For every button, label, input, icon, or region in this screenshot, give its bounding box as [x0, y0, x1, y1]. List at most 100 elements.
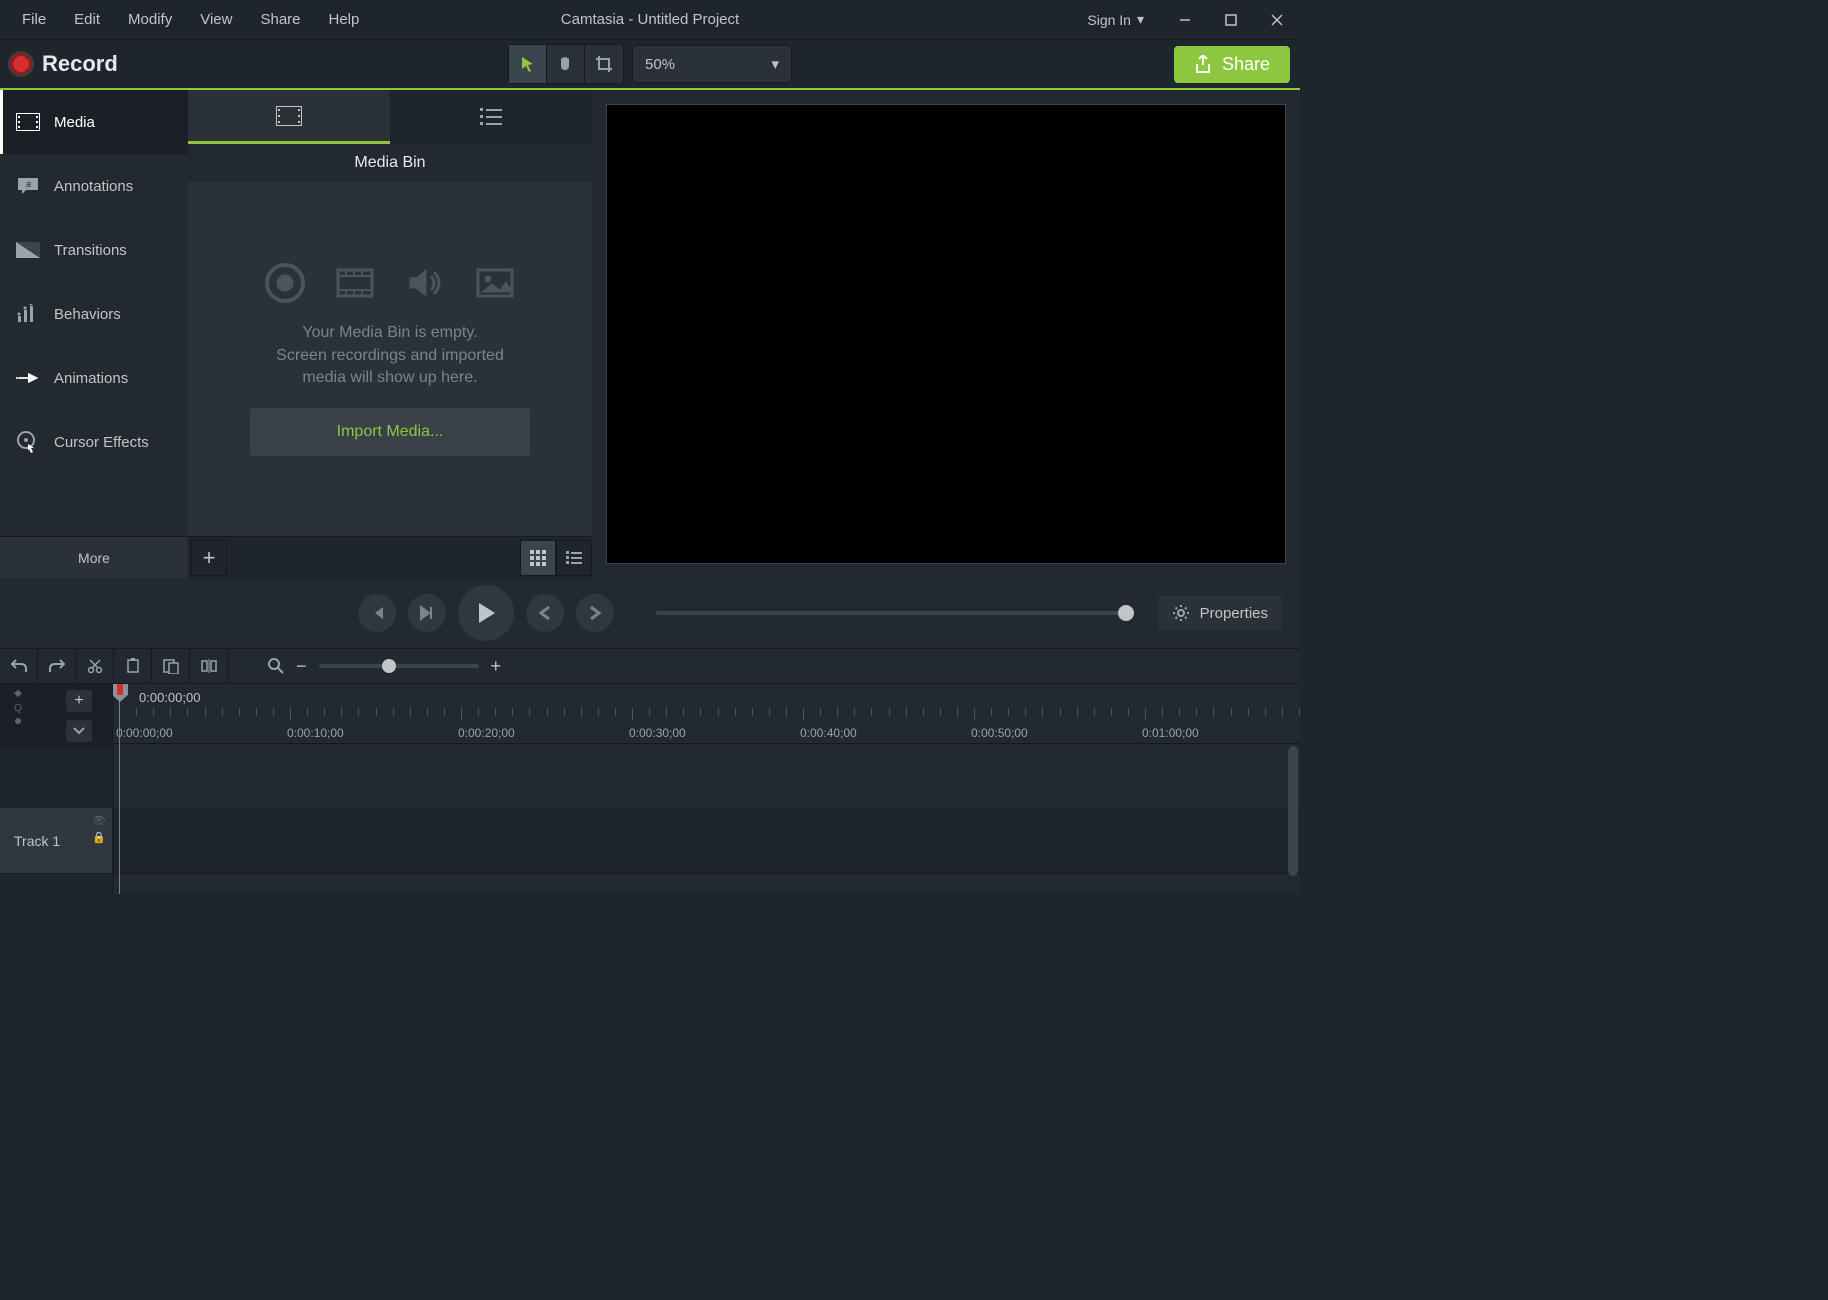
- minimize-button[interactable]: [1162, 0, 1208, 40]
- chevron-down-icon: ▾: [1137, 11, 1144, 28]
- play-button[interactable]: [458, 585, 514, 641]
- sidebar-label: Media: [54, 114, 95, 131]
- zoom-out-button[interactable]: −: [296, 656, 307, 677]
- slider-thumb[interactable]: [1118, 605, 1134, 621]
- sidebar-item-behaviors[interactable]: Behaviors: [0, 282, 188, 346]
- zoom-dropdown[interactable]: 50% ▾: [632, 45, 792, 83]
- annotations-icon: a: [16, 174, 40, 198]
- prev-frame-button[interactable]: [358, 594, 396, 632]
- grid-icon: [530, 550, 546, 566]
- canvas-area: [592, 90, 1300, 578]
- sidebar-label: Annotations: [54, 178, 133, 195]
- gear-icon: [1172, 604, 1190, 622]
- menu-share[interactable]: Share: [246, 3, 314, 36]
- playback-slider[interactable]: [656, 611, 1126, 615]
- view-list-button[interactable]: [556, 540, 592, 576]
- redo-button[interactable]: [38, 649, 76, 683]
- menu-edit[interactable]: Edit: [60, 3, 114, 36]
- timeline-ruler[interactable]: 0:00:00;00 0:00:10;00 0:00:20;00 0:00:30;00…: [113, 708, 1300, 744]
- ruler-label: 0:00:40;00: [800, 726, 857, 740]
- track-name: Track 1: [14, 833, 60, 849]
- next-frame-button[interactable]: [576, 594, 614, 632]
- ruler-label: 0:00:20;00: [458, 726, 515, 740]
- list-icon: [566, 551, 582, 565]
- filmstrip-icon: [276, 106, 302, 126]
- step-back-button[interactable]: [408, 594, 446, 632]
- share-icon: [1194, 55, 1212, 73]
- view-grid-button[interactable]: [520, 540, 556, 576]
- sidebar-label: Transitions: [54, 242, 127, 259]
- select-tool[interactable]: [509, 45, 547, 83]
- sidebar-label: Behaviors: [54, 306, 121, 323]
- preview-canvas[interactable]: [606, 104, 1286, 564]
- properties-button[interactable]: Properties: [1158, 596, 1282, 630]
- zoom-value: 50%: [645, 56, 675, 73]
- ruler-label: 0:01:00;00: [1142, 726, 1199, 740]
- close-button[interactable]: [1254, 0, 1300, 40]
- track-header[interactable]: Track 1 👁 🔒: [0, 808, 112, 874]
- add-track-button[interactable]: +: [66, 690, 92, 712]
- empty-message: Your Media Bin is empty. Screen recordin…: [276, 322, 504, 389]
- cut-button[interactable]: [76, 649, 114, 683]
- record-icon: [10, 53, 32, 75]
- zoom-in-button[interactable]: +: [491, 656, 502, 677]
- sidebar-item-annotations[interactable]: a Annotations: [0, 154, 188, 218]
- library-tab-list[interactable]: [390, 90, 592, 144]
- pan-tool[interactable]: [547, 45, 585, 83]
- sidebar-item-transitions[interactable]: Transitions: [0, 218, 188, 282]
- record-button[interactable]: Record: [10, 51, 118, 77]
- crop-tool[interactable]: [585, 45, 623, 83]
- sign-in-label: Sign In: [1087, 12, 1131, 28]
- chevron-down-icon: ▾: [771, 55, 779, 73]
- sidebar-label: Cursor Effects: [54, 434, 149, 451]
- sidebar-more[interactable]: More: [0, 536, 188, 578]
- timeline-tracks[interactable]: 0:00:00;00 0:00:00;00 0:00:10;00 0:00:20;0…: [113, 684, 1300, 894]
- import-media-button[interactable]: Import Media...: [250, 408, 530, 456]
- ruler-label: 0:00:10;00: [287, 726, 344, 740]
- transitions-icon: [16, 238, 40, 262]
- list-icon: [480, 107, 502, 125]
- split-button[interactable]: [190, 649, 228, 683]
- window-title: Camtasia - Untitled Project: [561, 11, 739, 28]
- sign-in-button[interactable]: Sign In ▾: [1069, 11, 1162, 28]
- share-button[interactable]: Share: [1174, 46, 1290, 83]
- playhead[interactable]: [119, 684, 120, 894]
- ruler-label: 0:00:00;00: [116, 726, 173, 740]
- menu-view[interactable]: View: [186, 3, 246, 36]
- copy-button[interactable]: [114, 649, 152, 683]
- marker-q-icon: Q: [14, 703, 22, 714]
- maximize-button[interactable]: [1208, 0, 1254, 40]
- properties-label: Properties: [1200, 605, 1268, 622]
- library-panel: Media Bin Your Media Bin is empty. Scree…: [188, 90, 592, 578]
- track-options-button[interactable]: [66, 720, 92, 742]
- library-tab-media[interactable]: [188, 90, 390, 144]
- menu-file[interactable]: File: [8, 3, 60, 36]
- add-media-button[interactable]: +: [191, 540, 227, 576]
- marker-dot-icon: [15, 718, 21, 724]
- empty-bin-icons: [264, 262, 516, 304]
- media-icon: [16, 110, 40, 134]
- track-lane[interactable]: [113, 808, 1300, 874]
- timeline-scrollbar[interactable]: [1288, 746, 1298, 876]
- playhead-handle[interactable]: [113, 684, 128, 702]
- current-time: 0:00:00;00: [139, 690, 200, 705]
- eye-icon[interactable]: 👁: [92, 814, 106, 827]
- record-label: Record: [42, 51, 118, 77]
- menu-modify[interactable]: Modify: [114, 3, 186, 36]
- search-icon: [268, 658, 284, 674]
- zoom-thumb[interactable]: [382, 659, 396, 673]
- ruler-label: 0:00:30;00: [629, 726, 686, 740]
- menu-help[interactable]: Help: [315, 3, 374, 36]
- behaviors-icon: [16, 302, 40, 326]
- lock-icon[interactable]: 🔒: [92, 831, 106, 844]
- ruler-label: 0:00:50;00: [971, 726, 1028, 740]
- zoom-slider[interactable]: [319, 664, 479, 668]
- sidebar-item-animations[interactable]: Animations: [0, 346, 188, 410]
- sidebar-item-media[interactable]: Media: [0, 90, 188, 154]
- sidebar-item-cursor-effects[interactable]: Cursor Effects: [0, 410, 188, 474]
- svg-text:a: a: [26, 179, 31, 189]
- step-forward-button[interactable]: [526, 594, 564, 632]
- paste-button[interactable]: [152, 649, 190, 683]
- undo-button[interactable]: [0, 649, 38, 683]
- animations-icon: [16, 366, 40, 390]
